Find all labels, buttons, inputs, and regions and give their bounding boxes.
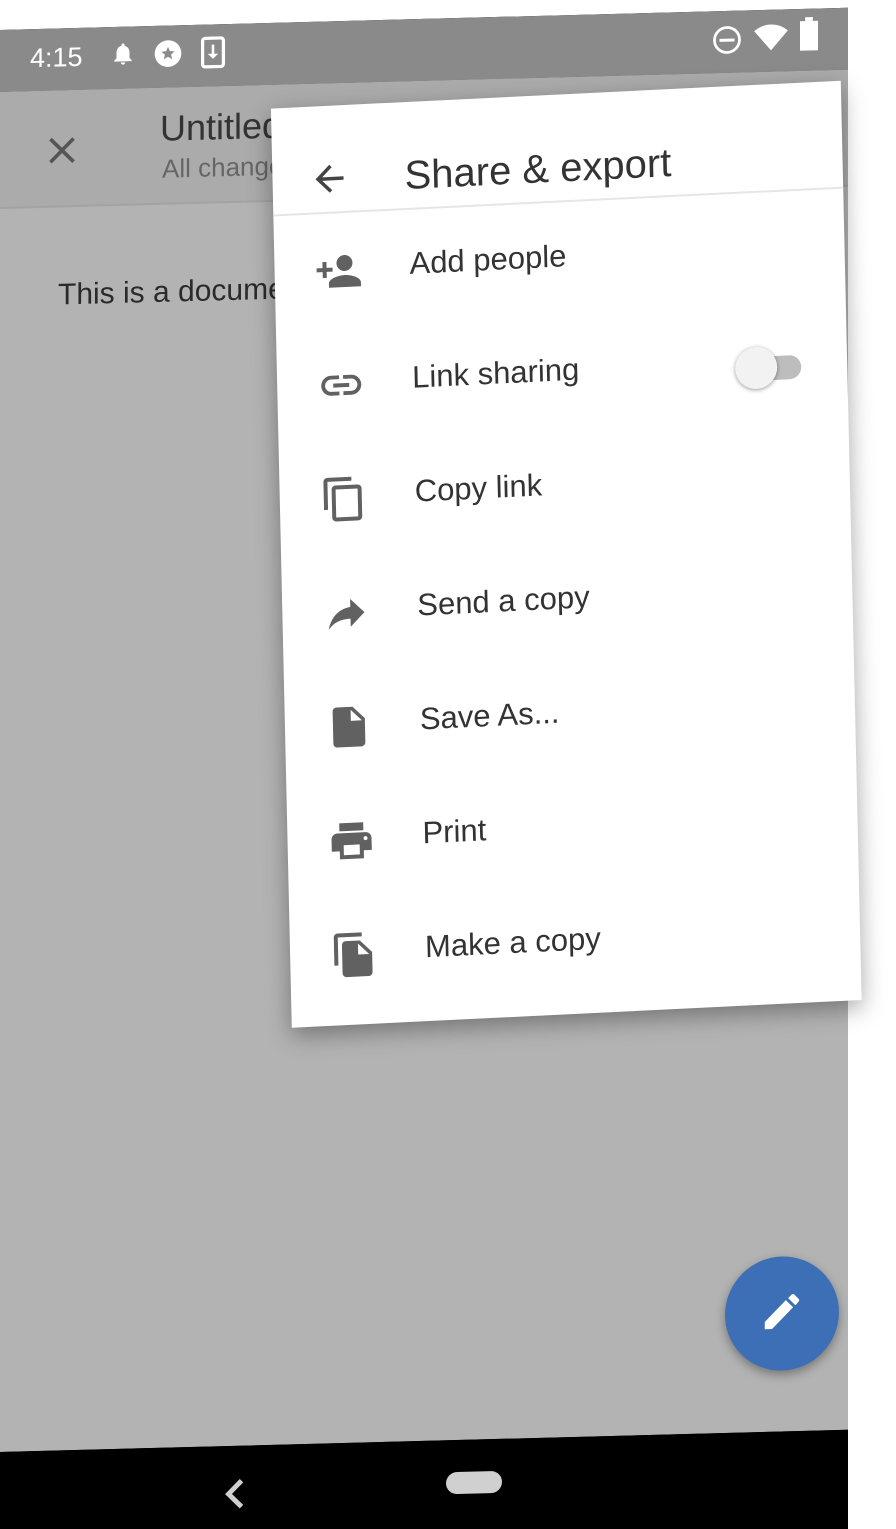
battery-icon <box>800 17 818 56</box>
menu-item-label: Make a copy <box>424 920 602 965</box>
status-time: 4:15 <box>30 41 83 74</box>
bell-icon <box>110 38 136 74</box>
download-icon <box>200 36 226 74</box>
phone-screen: 4:15 Untitled All changes saved This is … <box>0 7 862 1529</box>
pencil-icon <box>759 1287 805 1339</box>
wifi-icon <box>754 23 788 57</box>
copy-icon <box>319 474 368 524</box>
menu-item-label: Copy link <box>414 467 543 509</box>
person-add-icon <box>314 246 363 296</box>
link-icon <box>317 360 366 410</box>
document-title: Untitled <box>160 104 283 149</box>
toggle-thumb <box>734 345 778 390</box>
close-icon[interactable] <box>40 128 84 173</box>
file-icon <box>324 702 373 752</box>
file-copy-icon <box>330 930 379 980</box>
link-sharing-toggle[interactable] <box>734 345 806 390</box>
nav-back-icon[interactable] <box>222 1474 248 1520</box>
back-arrow-icon[interactable] <box>308 157 351 201</box>
document-body[interactable]: This is a document <box>58 272 310 313</box>
circle-star-icon <box>152 37 184 75</box>
print-icon <box>327 816 376 866</box>
nav-home-pill[interactable] <box>446 1470 502 1495</box>
menu-item-label: Link sharing <box>411 351 580 395</box>
menu-item-label: Save As... <box>419 694 560 737</box>
edit-fab-button[interactable] <box>725 1255 839 1373</box>
share-export-menu: Share & export Add people Link sharing C… <box>270 80 862 1028</box>
menu-item-label: Send a copy <box>416 579 591 623</box>
menu-item-label: Add people <box>409 238 567 281</box>
screenshot-stage: 4:15 Untitled All changes saved This is … <box>0 0 896 1529</box>
share-arrow-icon <box>322 588 371 638</box>
menu-title: Share & export <box>404 141 672 199</box>
dnd-icon <box>712 25 742 61</box>
menu-item-label: Print <box>422 812 487 851</box>
